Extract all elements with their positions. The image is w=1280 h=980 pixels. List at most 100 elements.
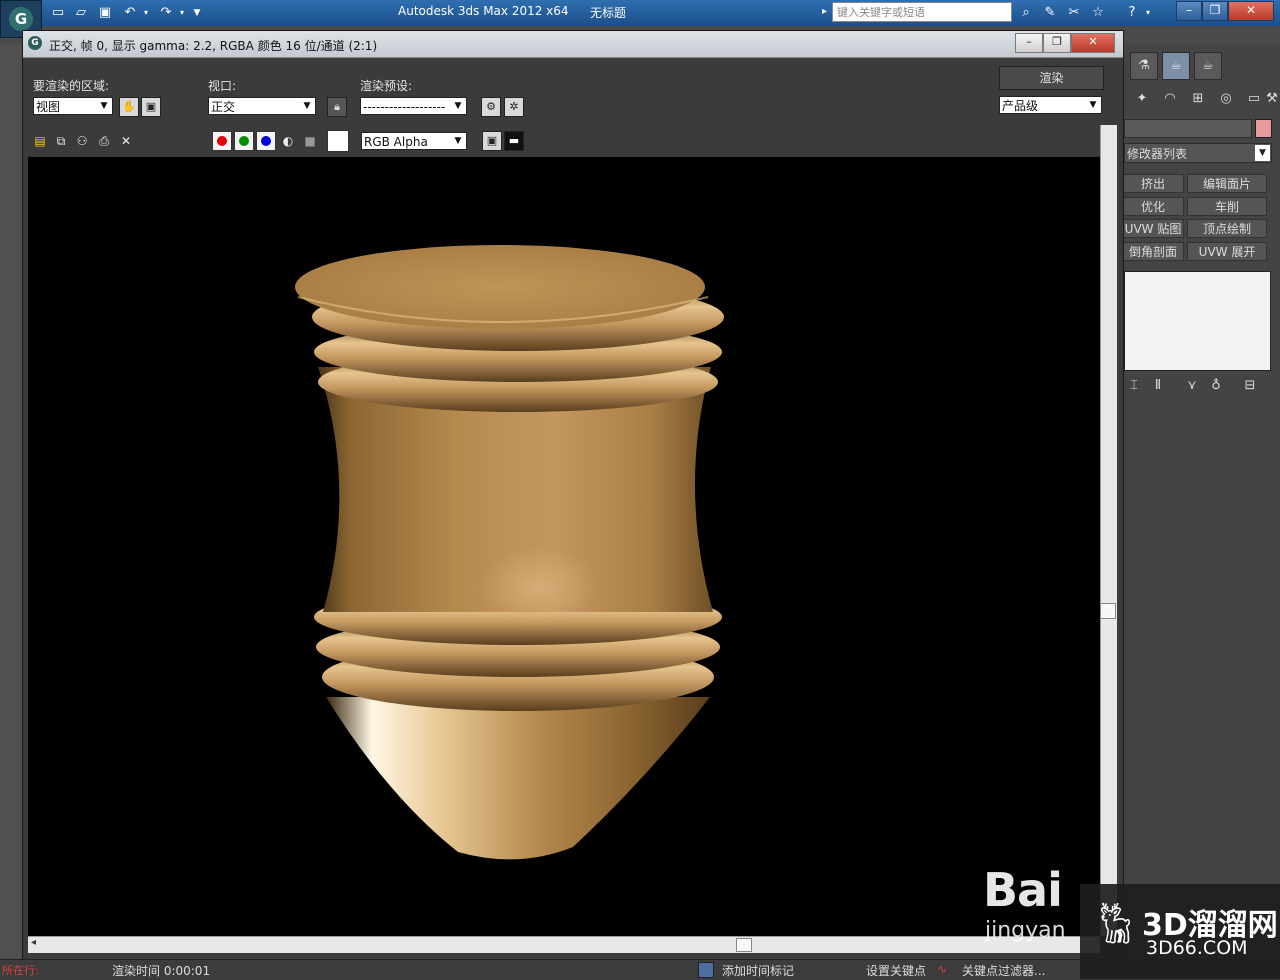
open-folder-icon[interactable]: ▱ [71, 3, 91, 23]
copy-image-icon[interactable]: ⧉ [52, 132, 70, 150]
render-frame-icon[interactable]: ☕ [1162, 52, 1190, 80]
help-dropdown-icon[interactable]: ▾ [1142, 3, 1154, 23]
save-icon[interactable]: ▣ [95, 3, 115, 23]
pin-stack-icon[interactable]: ⌶ [1124, 376, 1144, 396]
render-window-minimize-button[interactable]: – [1015, 33, 1043, 53]
modifier-button-lathe[interactable]: 车削 [1187, 197, 1267, 216]
environment-effects-icon[interactable]: ✲ [504, 97, 524, 117]
auto-region-icon[interactable]: ▣ [141, 97, 161, 117]
render-window-title: 正交, 帧 0, 显示 gamma: 2.2, RGBA 颜色 16 位/通道 … [49, 39, 378, 53]
clear-image-icon[interactable]: ✕ [117, 132, 135, 150]
key-filters-button[interactable]: 关键点过滤器... [962, 962, 1045, 979]
render-setup-icon[interactable]: ⚙ [481, 97, 501, 117]
search-expand-icon[interactable]: ▸ [822, 6, 827, 17]
rendered-object-image [295, 245, 724, 860]
left-viewport-strip [0, 44, 24, 964]
object-name-field[interactable] [1124, 119, 1252, 138]
3dsmax-logo-icon: G [9, 7, 33, 31]
modifier-button-optimize[interactable]: 优化 [1122, 197, 1184, 216]
save-image-icon[interactable]: ▤ [31, 132, 49, 150]
key-curve-icon[interactable]: ∿ [937, 962, 947, 976]
render-window-icon: G [28, 36, 42, 50]
add-time-tag-button[interactable]: 添加时间标记 [722, 962, 794, 979]
teapot-render-setup-icon[interactable]: ⚗ [1130, 52, 1158, 80]
tools-icon[interactable]: ✂ [1064, 3, 1084, 23]
render-canvas[interactable] [28, 157, 1100, 936]
document-title: 无标题 [590, 6, 627, 20]
show-end-result-icon[interactable]: Ⅱ [1148, 376, 1168, 396]
binoculars-icon[interactable]: ⌕ [1016, 3, 1036, 23]
render-window-restore-button[interactable]: ❐ [1043, 33, 1071, 53]
create-panel-icon[interactable]: ✦ [1130, 88, 1154, 110]
remove-modifier-icon[interactable]: ♁ [1206, 376, 1226, 396]
location-label: 所在行: [2, 964, 39, 977]
alpha-channel-icon[interactable]: ◐ [279, 132, 297, 150]
modify-panel-icon[interactable]: ◠ [1158, 88, 1182, 110]
redo-icon[interactable]: ↷ [156, 3, 176, 23]
green-channel-toggle[interactable] [234, 131, 254, 151]
clone-render-frame-icon[interactable]: ⚇ [73, 132, 91, 150]
minimize-button[interactable]: – [1176, 1, 1202, 21]
modifier-button-extrude[interactable]: 挤出 [1122, 174, 1184, 193]
channel-display-dropdown[interactable]: RGB Alpha ▼ [361, 132, 467, 150]
object-color-swatch[interactable] [1255, 119, 1272, 138]
print-image-icon[interactable]: ⎙ [95, 132, 113, 150]
make-unique-icon[interactable]: ⋎ [1182, 376, 1202, 396]
horizontal-scrollbar[interactable] [28, 936, 1100, 953]
area-to-render-dropdown[interactable]: 视图 ▼ [33, 97, 113, 115]
app-title: Autodesk 3ds Max 2012 x64 [398, 4, 569, 18]
red-channel-toggle[interactable] [212, 131, 232, 151]
search-input[interactable]: 键入关键字或短语 [832, 2, 1012, 22]
monochrome-icon[interactable]: ■ [301, 132, 319, 150]
render-preset-label: 渲染预设: [360, 79, 413, 93]
set-key-button[interactable]: 设置关键点 [866, 962, 926, 979]
blue-channel-toggle[interactable] [256, 131, 276, 151]
vertical-scroll-thumb[interactable] [1100, 603, 1116, 619]
green-channel-icon [239, 136, 249, 146]
favorite-star-icon[interactable]: ☆ [1088, 3, 1108, 23]
quick-access-menu-icon[interactable]: ▼ [190, 3, 204, 23]
render-quality-dropdown[interactable]: 产品级 ▼ [999, 96, 1102, 114]
close-button[interactable]: ✕ [1228, 1, 1274, 21]
render-preset-dropdown[interactable]: ------------------- ▼ [360, 97, 467, 115]
chevron-down-icon: ▼ [1089, 100, 1097, 110]
modifier-button-edit-patch[interactable]: 编辑面片 [1187, 174, 1267, 193]
time-tag-icon[interactable] [698, 962, 714, 978]
configure-modifier-sets-icon[interactable]: ⊟ [1240, 376, 1260, 396]
horizontal-scroll-thumb[interactable] [736, 938, 752, 952]
toggle-ui-icon[interactable]: ▬ [504, 131, 524, 151]
modifier-button-bevel-profile[interactable]: 倒角剖面 [1122, 242, 1184, 261]
render-button[interactable]: 渲染 [999, 66, 1104, 90]
edit-region-icon[interactable]: ✋ [119, 97, 139, 117]
motion-panel-icon[interactable]: ◎ [1214, 88, 1238, 110]
vertical-scrollbar[interactable] [1100, 125, 1117, 936]
render-quality-value: 产品级 [1002, 99, 1039, 113]
jingyan-watermark: jingyan [985, 918, 1066, 943]
modifier-stack[interactable] [1124, 271, 1271, 371]
scroll-left-icon[interactable]: ◂ [31, 937, 36, 948]
chevron-down-icon: ▼ [454, 136, 462, 146]
render-window-close-button[interactable]: ✕ [1071, 33, 1115, 53]
undo-icon[interactable]: ↶ [120, 3, 140, 23]
modifier-list-dropdown[interactable]: 修改器列表 ▼ [1124, 143, 1272, 163]
toggle-ui-overlay-icon[interactable]: ▣ [482, 131, 502, 151]
viewport-dropdown[interactable]: 正交 ▼ [208, 97, 316, 115]
modifier-button-vertex-paint[interactable]: 顶点绘制 [1187, 219, 1267, 238]
wrench-icon[interactable]: ✎ [1040, 3, 1060, 23]
modifier-button-uvw-map[interactable]: UVW 贴图 [1122, 219, 1184, 238]
hierarchy-panel-icon[interactable]: ⊞ [1186, 88, 1210, 110]
undo-dropdown-icon[interactable]: ▾ [140, 3, 152, 23]
restore-button[interactable]: ❐ [1202, 1, 1228, 21]
new-file-icon[interactable]: ▭ [48, 3, 68, 23]
help-icon[interactable]: ? [1122, 3, 1142, 23]
modifier-button-unwrap-uvw[interactable]: UVW 展开 [1187, 242, 1267, 261]
render-production-icon[interactable]: ☕ [1194, 52, 1222, 80]
chevron-down-icon: ▼ [1255, 145, 1270, 161]
render-time-text: 渲染时间 0:00:01 [112, 964, 211, 978]
background-color-swatch[interactable] [327, 130, 349, 152]
render-preset-value: ------------------- [363, 100, 446, 114]
redo-dropdown-icon[interactable]: ▾ [176, 3, 188, 23]
lock-viewport-icon[interactable]: 🔒︎ [327, 97, 347, 117]
utilities-panel-icon[interactable]: ⚒ [1260, 88, 1280, 110]
render-frame-window: G 正交, 帧 0, 显示 gamma: 2.2, RGBA 颜色 16 位/通… [22, 30, 1124, 961]
